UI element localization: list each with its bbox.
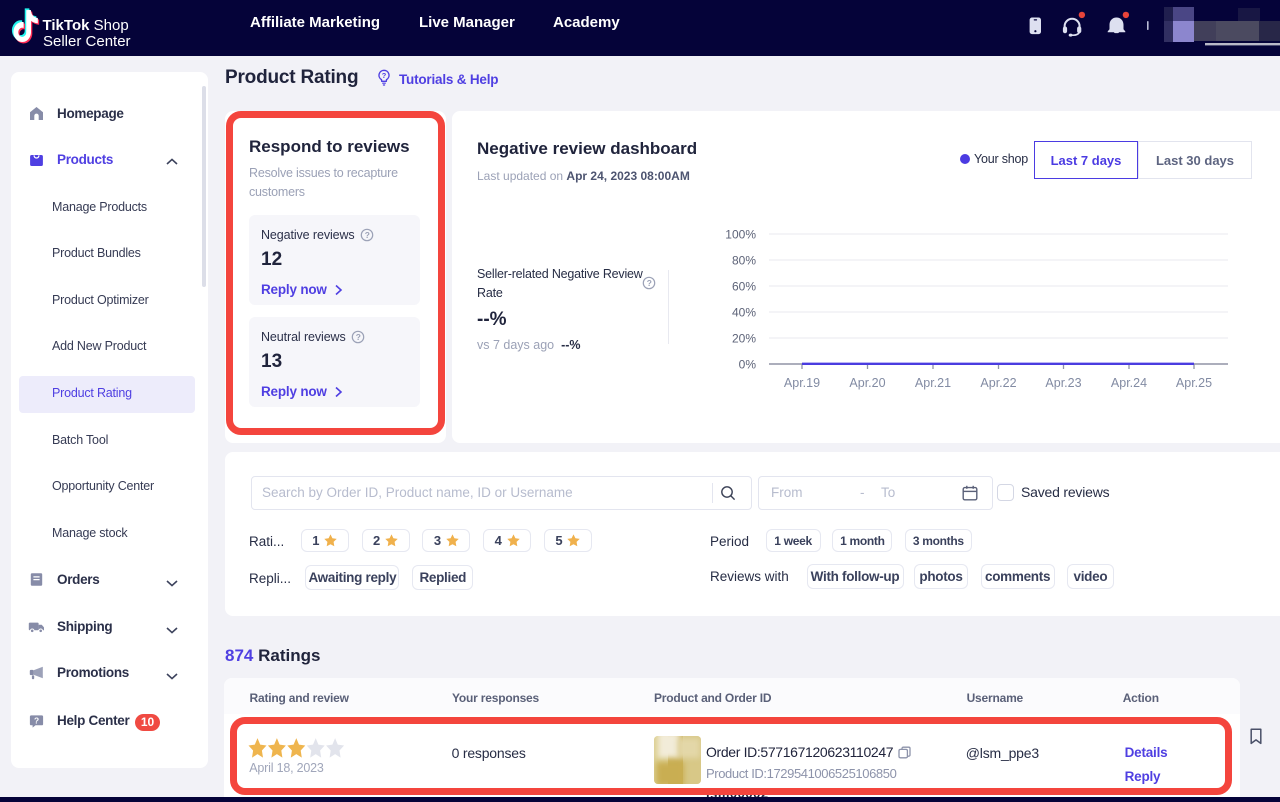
- svg-text:40%: 40%: [732, 306, 756, 320]
- svg-text:80%: 80%: [732, 254, 756, 268]
- svg-text:60%: 60%: [732, 280, 756, 294]
- svg-text:Apr.23: Apr.23: [1045, 376, 1081, 390]
- svg-text:Apr.25: Apr.25: [1176, 376, 1212, 390]
- svg-text:?: ?: [647, 278, 652, 288]
- svg-text:?: ?: [34, 715, 39, 725]
- svg-text:?: ?: [382, 71, 387, 80]
- svg-text:Apr.19: Apr.19: [784, 376, 820, 390]
- svg-text:Apr.20: Apr.20: [849, 376, 885, 390]
- svg-text:Seller Center: Seller Center: [43, 33, 131, 50]
- svg-text:100%: 100%: [725, 228, 756, 242]
- svg-text:Apr.24: Apr.24: [1111, 376, 1147, 390]
- svg-text:Apr.22: Apr.22: [980, 376, 1016, 390]
- svg-text:Apr.21: Apr.21: [915, 376, 951, 390]
- svg-text:TikTok Shop: TikTok Shop: [43, 17, 129, 34]
- svg-text:0%: 0%: [739, 358, 757, 372]
- svg-text:20%: 20%: [732, 332, 756, 346]
